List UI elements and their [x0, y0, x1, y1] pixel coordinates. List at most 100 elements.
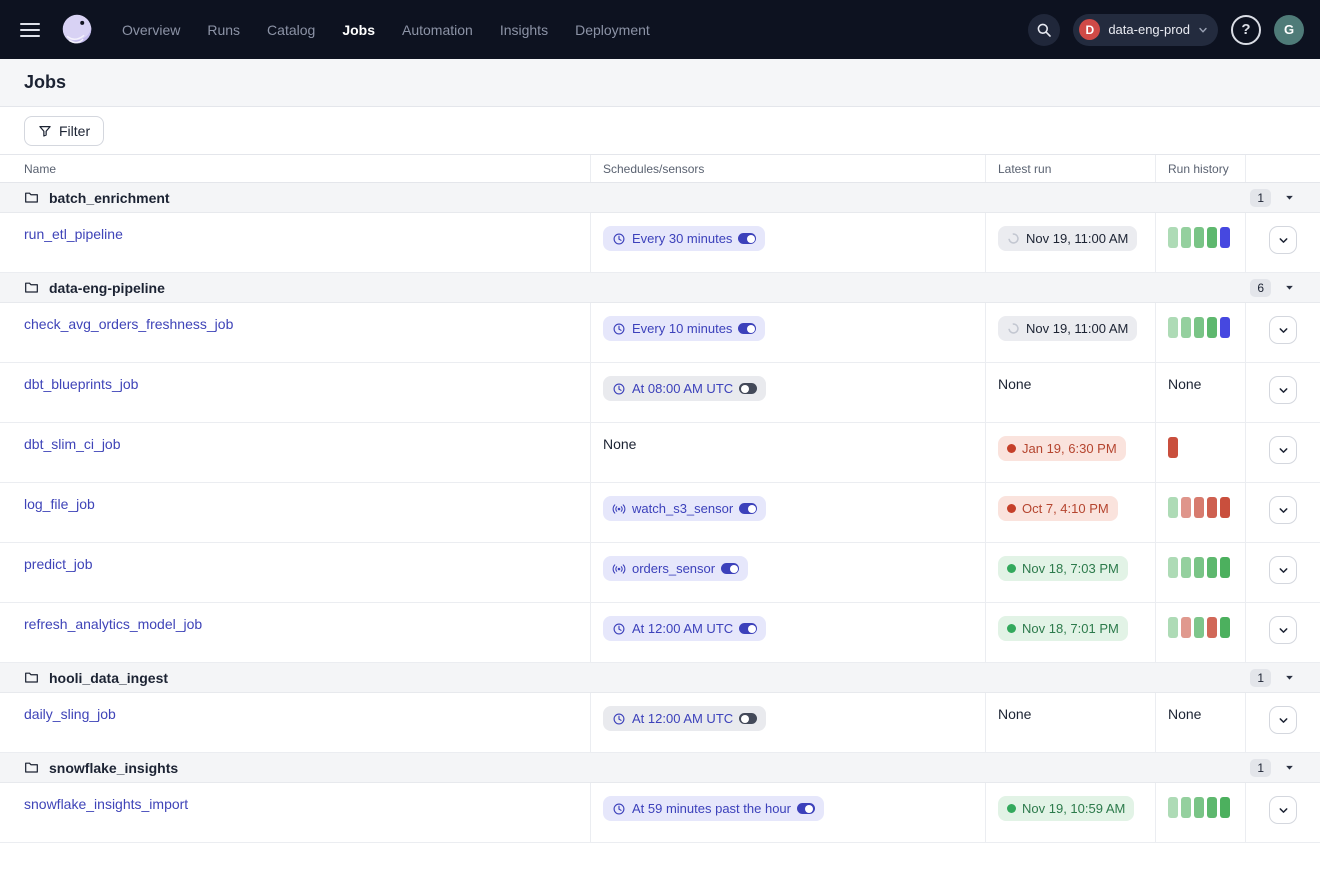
schedule-pill[interactable]: At 08:00 AM UTC [603, 376, 766, 401]
help-icon[interactable]: ? [1231, 15, 1261, 45]
job-link[interactable]: run_etl_pipeline [24, 226, 123, 242]
latest-run-tag[interactable]: Nov 19, 10:59 AM [998, 796, 1134, 821]
job-link[interactable]: dbt_blueprints_job [24, 376, 138, 392]
group-row-snowflake_insights[interactable]: snowflake_insights 1 [0, 753, 1320, 783]
run-history-bar[interactable] [1194, 227, 1204, 248]
group-row-data-eng-pipeline[interactable]: data-eng-pipeline 6 [0, 273, 1320, 303]
run-history-bar[interactable] [1194, 497, 1204, 518]
table-row: dbt_slim_ci_job None Jan 19, 6:30 PM [0, 423, 1320, 483]
run-history-bar[interactable] [1207, 797, 1217, 818]
run-history-bar[interactable] [1168, 557, 1178, 578]
row-actions-button[interactable] [1269, 706, 1297, 734]
run-history-bar[interactable] [1220, 617, 1230, 638]
sensor-pill[interactable]: watch_s3_sensor [603, 496, 766, 521]
run-history-bar[interactable] [1168, 797, 1178, 818]
run-history-bar[interactable] [1168, 497, 1178, 518]
run-history-bar[interactable] [1220, 797, 1230, 818]
row-actions-button[interactable] [1269, 796, 1297, 824]
job-link[interactable]: log_file_job [24, 496, 95, 512]
nav-item-deployment[interactable]: Deployment [575, 22, 650, 38]
schedule-toggle[interactable] [739, 713, 757, 724]
run-history-bar[interactable] [1220, 497, 1230, 518]
caret-down-icon[interactable] [1285, 283, 1294, 292]
schedule-toggle[interactable] [739, 623, 757, 634]
run-history-bar[interactable] [1207, 227, 1217, 248]
sensor-label: watch_s3_sensor [632, 501, 733, 516]
run-history-bar[interactable] [1194, 317, 1204, 338]
menu-icon[interactable] [20, 23, 40, 37]
sensor-toggle[interactable] [721, 563, 739, 574]
caret-down-icon[interactable] [1285, 193, 1294, 202]
row-actions-button[interactable] [1269, 226, 1297, 254]
run-history-bar[interactable] [1168, 437, 1178, 458]
group-row-hooli_data_ingest[interactable]: hooli_data_ingest 1 [0, 663, 1320, 693]
run-history-bar[interactable] [1207, 617, 1217, 638]
schedule-toggle[interactable] [738, 233, 756, 244]
job-link[interactable]: daily_sling_job [24, 706, 116, 722]
run-history-bar[interactable] [1181, 317, 1191, 338]
dagster-logo-icon[interactable] [58, 11, 96, 49]
page-title: Jobs [24, 72, 66, 93]
deployment-switcher[interactable]: D data-eng-prod [1073, 14, 1218, 46]
run-history-bar[interactable] [1194, 617, 1204, 638]
row-actions-button[interactable] [1269, 436, 1297, 464]
latest-run-tag[interactable]: Oct 7, 4:10 PM [998, 496, 1118, 521]
row-actions-button[interactable] [1269, 376, 1297, 404]
chevron-down-icon [1278, 385, 1289, 396]
run-history-bar[interactable] [1220, 557, 1230, 578]
search-icon[interactable] [1028, 14, 1060, 46]
latest-run-tag[interactable]: Nov 19, 11:00 AM [998, 316, 1137, 341]
run-history-bar[interactable] [1220, 317, 1230, 338]
run-history-bar[interactable] [1168, 317, 1178, 338]
job-link[interactable]: snowflake_insights_import [24, 796, 188, 812]
job-link[interactable]: refresh_analytics_model_job [24, 616, 202, 632]
schedule-label: At 59 minutes past the hour [632, 801, 791, 816]
latest-run-tag[interactable]: Nov 19, 11:00 AM [998, 226, 1137, 251]
group-row-batch_enrichment[interactable]: batch_enrichment 1 [0, 183, 1320, 213]
nav-item-insights[interactable]: Insights [500, 22, 548, 38]
sensor-pill[interactable]: orders_sensor [603, 556, 748, 581]
run-history-bar[interactable] [1168, 227, 1178, 248]
nav-item-overview[interactable]: Overview [122, 22, 180, 38]
latest-run-tag[interactable]: Nov 18, 7:01 PM [998, 616, 1128, 641]
run-history-bar[interactable] [1168, 617, 1178, 638]
run-history-bar[interactable] [1220, 227, 1230, 248]
latest-run-tag[interactable]: Jan 19, 6:30 PM [998, 436, 1126, 461]
schedule-pill[interactable]: At 12:00 AM UTC [603, 616, 766, 641]
row-actions-button[interactable] [1269, 316, 1297, 344]
run-history-bar[interactable] [1181, 227, 1191, 248]
row-actions-button[interactable] [1269, 556, 1297, 584]
run-history-bar[interactable] [1194, 797, 1204, 818]
run-history-bar[interactable] [1181, 617, 1191, 638]
run-history-bar[interactable] [1207, 557, 1217, 578]
run-history-bar[interactable] [1207, 497, 1217, 518]
schedule-pill[interactable]: At 12:00 AM UTC [603, 706, 766, 731]
run-history-bar[interactable] [1194, 557, 1204, 578]
latest-run-tag[interactable]: Nov 18, 7:03 PM [998, 556, 1128, 581]
run-history-bar[interactable] [1207, 317, 1217, 338]
schedule-pill[interactable]: At 59 minutes past the hour [603, 796, 824, 821]
caret-down-icon[interactable] [1285, 673, 1294, 682]
schedule-toggle[interactable] [738, 323, 756, 334]
job-link[interactable]: check_avg_orders_freshness_job [24, 316, 233, 332]
row-actions-button[interactable] [1269, 496, 1297, 524]
schedule-toggle[interactable] [797, 803, 815, 814]
caret-down-icon[interactable] [1285, 763, 1294, 772]
row-actions-button[interactable] [1269, 616, 1297, 644]
nav-item-catalog[interactable]: Catalog [267, 22, 315, 38]
schedule-toggle[interactable] [739, 383, 757, 394]
nav-item-automation[interactable]: Automation [402, 22, 473, 38]
nav-item-runs[interactable]: Runs [207, 22, 240, 38]
run-history-bar[interactable] [1181, 797, 1191, 818]
schedule-pill[interactable]: Every 30 minutes [603, 226, 765, 251]
run-history-bar[interactable] [1181, 557, 1191, 578]
clock-icon [612, 232, 626, 246]
job-link[interactable]: dbt_slim_ci_job [24, 436, 121, 452]
schedule-pill[interactable]: Every 10 minutes [603, 316, 765, 341]
filter-button[interactable]: Filter [24, 116, 104, 146]
sensor-toggle[interactable] [739, 503, 757, 514]
job-link[interactable]: predict_job [24, 556, 93, 572]
nav-item-jobs[interactable]: Jobs [342, 22, 375, 38]
run-history-bar[interactable] [1181, 497, 1191, 518]
avatar[interactable]: G [1274, 15, 1304, 45]
